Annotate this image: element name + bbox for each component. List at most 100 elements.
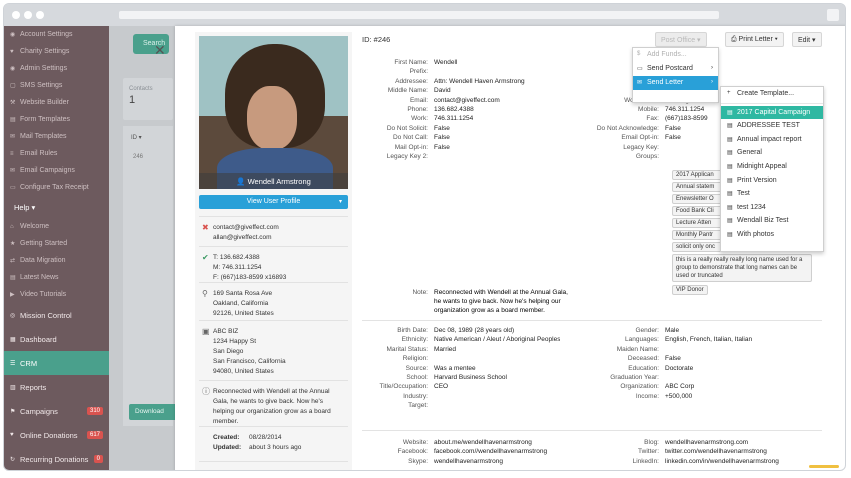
print-letter-button[interactable]: ⎙ Print Letter ▾ [725, 32, 784, 47]
nav-item-crm[interactable]: ☰ CRM [4, 351, 109, 375]
nav-item-recurring-donations[interactable]: ↻ Recurring Donations 0 [4, 447, 109, 470]
letter-template-label: Annual impact report [737, 135, 802, 143]
sidebar-item-email-rules[interactable]: ≡ Email Rules [4, 145, 109, 162]
view-user-profile-button[interactable]: View User Profile ▾ [199, 195, 348, 209]
group-tag[interactable]: solicit only onc [672, 242, 724, 252]
social-right: Blog: wendellhavenarmstrong.com Twitter: tw… [575, 438, 779, 466]
dashboard-icon: ▦ [10, 336, 16, 343]
field-row: Phone: 136.682.4388 [362, 105, 525, 114]
nav-item-campaigns[interactable]: ⚑ Campaigns 310 [4, 399, 109, 423]
field-row: Skype: wendellhavenarmstrong [362, 457, 547, 466]
help-item-welcome[interactable]: ⌂ Welcome [4, 218, 109, 235]
field-row: Facebook: facebook.com//wendellhavenarmst… [362, 447, 547, 456]
caret-down-icon[interactable]: ▾ [339, 198, 342, 205]
nav-item-dashboard[interactable]: ▦ Dashboard [4, 327, 109, 351]
sidebar-item-form-templates[interactable]: ▤ Form Templates [4, 111, 109, 128]
group-tag[interactable]: Food Bank Cli [672, 206, 724, 216]
field-label: Legacy Key: [623, 143, 659, 151]
scroll-indicator[interactable] [809, 465, 839, 468]
field-row: Birth Date: Dec 08, 1989 (28 years old) [362, 326, 560, 335]
edit-button[interactable]: Edit ▾ [792, 32, 822, 47]
letter-template-item[interactable]: ▤ Print Version [721, 174, 823, 188]
group-tag[interactable]: 2017 Applican [672, 170, 724, 180]
letter-template-label: ADDRESSEE TEST [737, 122, 800, 130]
letter-template-item[interactable]: ▤ test 1234 [721, 201, 823, 215]
home-icon: ⌂ [10, 223, 14, 230]
note-section: Note: Reconnected with Wendell at the An… [362, 288, 568, 315]
group-tag[interactable]: Annual statem [672, 182, 724, 192]
email-2[interactable]: allan@giveffect.com [213, 233, 342, 243]
sidebar-item-configure-tax-receipt[interactable]: ▭ Configure Tax Receipt [4, 179, 109, 196]
sidebar-item-sms-settings[interactable]: ▢ SMS Settings [4, 77, 109, 94]
create-template-item[interactable]: + Create Template... [721, 87, 823, 101]
sidebar-item-label: Getting Started [20, 240, 68, 247]
letter-template-item[interactable]: ▤ Midnight Appeal [721, 160, 823, 174]
letter-template-item[interactable]: ▤ 2017 Capital Campaign [721, 105, 823, 120]
group-tag[interactable]: Lecture Atten [672, 218, 724, 228]
field-value: English, French, Italian, Italian [665, 336, 753, 344]
heart-icon: ♥ [10, 48, 14, 55]
download-button[interactable]: Download [129, 404, 181, 420]
letter-template-item[interactable]: ▤ Annual impact report [721, 133, 823, 147]
sidebar-item-label: Mission Control [20, 310, 72, 320]
group-tag-vip[interactable]: VIP Donor [672, 285, 708, 295]
group-tag[interactable]: Enewsletter O [672, 194, 724, 204]
home-line-1: 169 Santa Rosa Ave [213, 290, 273, 297]
window-minimize-dot[interactable] [24, 11, 32, 19]
sidebar-item-website-builder[interactable]: ⚒ Website Builder [4, 94, 109, 111]
group-tag-long[interactable]: this is a really really really long name… [672, 254, 812, 282]
letter-template-item[interactable]: ▤ ADDRESSEE TEST [721, 119, 823, 133]
help-item-data-migration[interactable]: ⇄ Data Migration [4, 252, 109, 269]
group-tag[interactable]: Monthly Pantr [672, 230, 724, 240]
browser-window: ◉ Account Settings ♥ Charity Settings ◉ Admin… [3, 3, 846, 471]
sidebar-item-mail-templates[interactable]: ✉ Mail Templates [4, 128, 109, 145]
sidebar-item-email-campaigns[interactable]: ✉ Email Campaigns [4, 162, 109, 179]
field-row: Income: +500,000 [575, 392, 752, 401]
window-zoom-dot[interactable] [36, 11, 44, 19]
field-label: Phone: [407, 105, 428, 113]
help-item-getting-started[interactable]: ★ Getting Started [4, 235, 109, 252]
sidebar-item-charity-settings[interactable]: ♥ Charity Settings [4, 43, 109, 60]
close-icon[interactable]: ✕ [154, 42, 166, 59]
field-row: Prefix: [362, 67, 525, 76]
user-icon: ◉ [10, 66, 16, 72]
table-row[interactable]: 246 [123, 148, 173, 160]
email-1[interactable]: contact@giveffect.com [213, 223, 342, 233]
biz-line-2: 1234 Happy St [213, 338, 257, 345]
letter-template-item[interactable]: ▤ General [721, 146, 823, 160]
help-menu-toggle[interactable]: Help ▾ [4, 196, 109, 218]
social-left: Website: about.me/wendellhavenarmstrong Fa… [362, 438, 547, 466]
window-close-dot[interactable] [12, 11, 20, 19]
address-bar[interactable] [119, 11, 719, 19]
nav-item-reports[interactable]: ▥ Reports [4, 375, 109, 399]
help-item-latest-news[interactable]: ▤ Latest News [4, 269, 109, 286]
sidebar-settings-list: ◉ Account Settings ♥ Charity Settings ◉ Admin… [4, 26, 109, 196]
letter-template-item[interactable]: ▤ Wendall Biz Test [721, 214, 823, 228]
receipt-icon: ▭ [10, 185, 16, 191]
field-value: Was a mentee [434, 364, 476, 372]
contacts-count: 1 [129, 94, 136, 106]
sidebar-item-label: Online Donations [20, 430, 78, 440]
id-column-header[interactable]: ID ▾ [123, 126, 173, 148]
sidebar-item-admin-settings[interactable]: ◉ Admin Settings [4, 60, 109, 77]
field-value: about.me/wendellhavenarmstrong [434, 439, 532, 446]
profile-panel: 👤 Wendell Armstrong View User Profile ▾ ✖… [195, 32, 352, 470]
send-postcard-item[interactable]: ▭ Send Postcard › [633, 62, 718, 76]
post-office-button[interactable]: Post Office ▾ [655, 32, 707, 47]
profile-name-caption: 👤 Wendell Armstrong [199, 173, 348, 189]
field-label: Legacy Key 2: [386, 152, 428, 160]
sidebar-item-label: SMS Settings [20, 82, 63, 89]
send-letter-item[interactable]: ✉ Send Letter › [633, 76, 718, 90]
nav-item-mission-control[interactable]: ◎ Mission Control [4, 303, 109, 327]
letter-template-label: Print Version [737, 176, 777, 184]
sidebar-item-account-settings[interactable]: ◉ Account Settings [4, 26, 109, 43]
postcard-icon: ▭ [637, 66, 643, 72]
sidebar-item-label: Form Templates [20, 116, 71, 123]
letter-template-item[interactable]: ▤ With photos [721, 228, 823, 242]
window-button[interactable] [827, 9, 839, 21]
divider [362, 430, 822, 431]
letter-template-item[interactable]: ▤ Test [721, 187, 823, 201]
document-icon: ▤ [727, 191, 733, 198]
help-item-video-tutorials[interactable]: ▶ Video Tutorials [4, 286, 109, 303]
nav-item-online-donations[interactable]: ♥ Online Donations 617 [4, 423, 109, 447]
